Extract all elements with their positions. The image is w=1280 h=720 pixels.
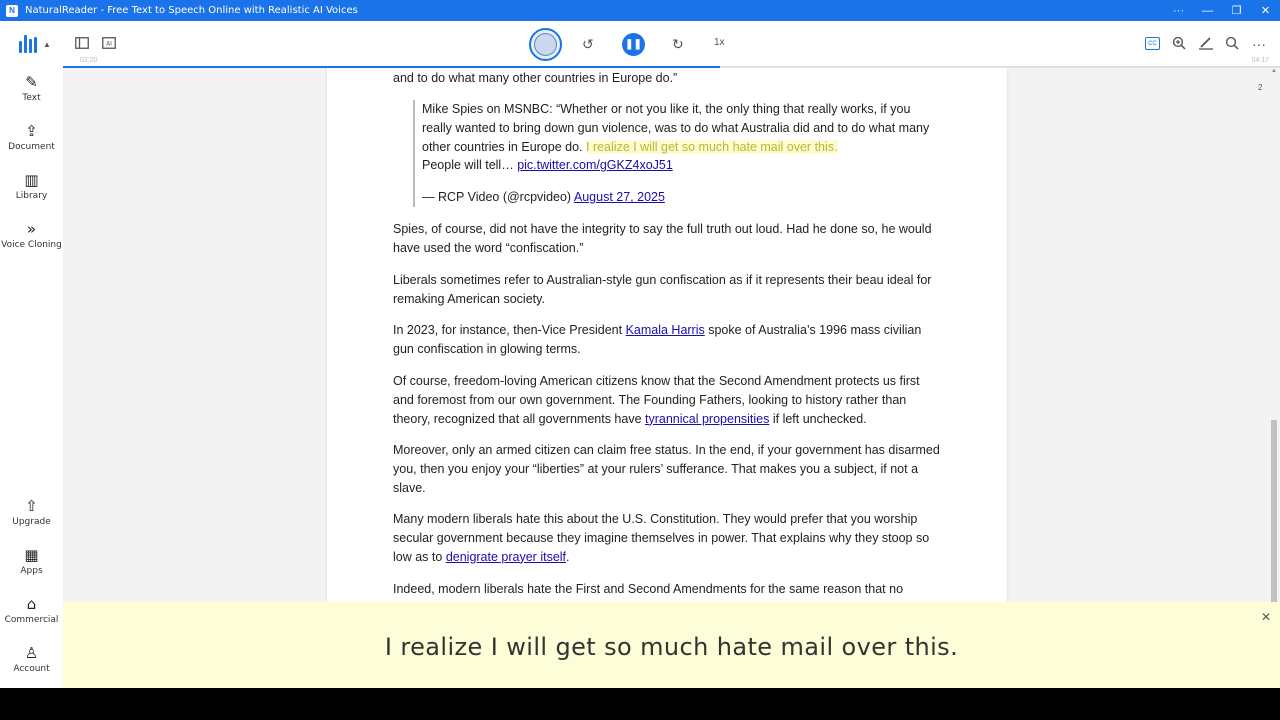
- pause-button[interactable]: ❚❚: [622, 33, 645, 56]
- date-link[interactable]: August 27, 2025: [574, 190, 665, 204]
- sidebar-item-label: Voice Cloning: [1, 240, 62, 250]
- paragraph: Spies, of course, did not have the integ…: [393, 222, 932, 255]
- upload-icon: ⇪: [25, 122, 38, 140]
- sidebar-item-label: Upgrade: [12, 517, 51, 527]
- kamala-harris-link[interactable]: Kamala Harris: [626, 323, 705, 337]
- window-close-button[interactable]: ✕: [1251, 0, 1280, 21]
- window-more-button[interactable]: ···: [1164, 0, 1193, 21]
- ai-icon[interactable]: AI: [102, 36, 116, 52]
- voice-cloning-icon: »: [26, 220, 37, 238]
- zoom-in-icon[interactable]: [1172, 36, 1186, 53]
- elapsed-time: 02:20: [80, 57, 98, 64]
- blockquote: Mike Spies on MSNBC: “Whether or not you…: [413, 100, 938, 207]
- sidebar-item-commercial[interactable]: ⌂ Commercial: [0, 595, 63, 625]
- window-minimize-button[interactable]: —: [1193, 0, 1222, 21]
- speed-button[interactable]: 1x: [714, 37, 725, 48]
- scrollbar-thumb[interactable]: [1271, 420, 1277, 603]
- window-title: NaturalReader - Free Text to Speech Onli…: [25, 5, 358, 16]
- paragraph: Indeed, modern liberals hate the First a…: [393, 582, 904, 596]
- captions-icon[interactable]: CC: [1145, 37, 1160, 50]
- sidebar-item-account[interactable]: ♙ Account: [0, 644, 63, 674]
- quote-attribution: — RCP Video (@rcpvideo) August 27, 2025: [422, 188, 938, 207]
- scroll-up-icon[interactable]: ▲: [1271, 68, 1277, 74]
- sidebar-item-text[interactable]: ✎ Text: [0, 73, 63, 103]
- apps-icon: ▦: [24, 546, 39, 564]
- sidebar: ▲ ✎ Text ⇪ Document ▥ Library » Voice Cl…: [0, 21, 63, 688]
- edit-icon: ✎: [25, 73, 38, 91]
- upgrade-icon: ⇧: [25, 497, 38, 515]
- quote-text: Mike Spies on MSNBC: “Whether or not you…: [422, 100, 938, 175]
- text-run: .: [566, 549, 570, 564]
- svg-text:AI: AI: [106, 41, 112, 48]
- text-run: In 2023, for instance, then-Vice Preside…: [393, 323, 626, 337]
- sidebar-item-label: Apps: [20, 566, 43, 576]
- sidebar-item-label: Library: [15, 191, 48, 201]
- search-icon[interactable]: [1225, 36, 1239, 53]
- tweet-link[interactable]: pic.twitter.com/gGKZ4xoJ51: [517, 158, 673, 172]
- naturalreader-logo[interactable]: ▲: [19, 35, 51, 53]
- tyrannical-propensities-link[interactable]: tyrannical propensities: [645, 412, 769, 426]
- paragraph: and to do what many other countries in E…: [393, 71, 678, 85]
- app-logo-icon: N: [6, 4, 18, 17]
- library-icon: ▥: [24, 171, 39, 189]
- sidebar-item-apps[interactable]: ▦ Apps: [0, 546, 63, 576]
- sidebar-item-label: Text: [22, 93, 41, 103]
- document-viewport[interactable]: and to do what many other countries in E…: [63, 68, 1280, 603]
- player-toolbar: AI ↺ ❚❚ ↻ 1x 02:20 04:17 CC ···: [63, 21, 1280, 68]
- sidebar-item-label: Account: [13, 664, 50, 674]
- paragraph: Liberals sometimes refer to Australian-s…: [393, 273, 932, 306]
- total-time: 04:17: [1251, 57, 1269, 64]
- voice-avatar-button[interactable]: [529, 28, 562, 61]
- attribution-text: — RCP Video (@rcpvideo): [422, 190, 574, 205]
- more-icon[interactable]: ···: [1252, 36, 1266, 52]
- caption-panel: I realize I will get so much hate mail o…: [63, 602, 1280, 688]
- quote-text-after: People will tell…: [422, 158, 518, 173]
- highlighter-icon[interactable]: [1198, 36, 1214, 53]
- logo-mark-icon: [19, 35, 40, 53]
- rewind-icon[interactable]: ↺: [582, 36, 594, 52]
- avatar: [534, 33, 557, 56]
- document-page: and to do what many other countries in E…: [327, 68, 1007, 603]
- app-window: ▲ ✎ Text ⇪ Document ▥ Library » Voice Cl…: [0, 21, 1280, 688]
- page-number: 2: [1258, 83, 1263, 92]
- current-sentence-highlight[interactable]: I realize I will get so much hate mail o…: [586, 139, 838, 154]
- paragraph: Moreover, only an armed citizen can clai…: [393, 443, 940, 495]
- sidebar-toggle-icon[interactable]: [75, 36, 89, 52]
- scrollbar[interactable]: ▲: [1268, 68, 1280, 603]
- window-restore-button[interactable]: ❐: [1222, 0, 1251, 21]
- caption-text: I realize I will get so much hate mail o…: [384, 633, 959, 661]
- chevron-up-icon: ▲: [43, 39, 51, 49]
- sidebar-item-library[interactable]: ▥ Library: [0, 171, 63, 201]
- paragraph: Many modern liberals hate this about the…: [393, 510, 941, 566]
- sidebar-item-voice-cloning[interactable]: » Voice Cloning: [0, 220, 63, 250]
- briefcase-icon: ⌂: [26, 595, 37, 613]
- forward-icon[interactable]: ↻: [672, 36, 684, 52]
- sidebar-item-document[interactable]: ⇪ Document: [0, 122, 63, 152]
- taskbar-area: [0, 688, 1280, 720]
- sidebar-item-label: Commercial: [4, 615, 59, 625]
- user-icon: ♙: [24, 644, 39, 662]
- sidebar-item-label: Document: [8, 142, 55, 152]
- denigrate-prayer-link[interactable]: denigrate prayer itself: [446, 550, 566, 564]
- close-icon[interactable]: ✕: [1261, 610, 1271, 624]
- window-title-bar: N NaturalReader - Free Text to Speech On…: [0, 0, 1280, 21]
- paragraph: In 2023, for instance, then-Vice Preside…: [393, 321, 941, 359]
- paragraph: Of course, freedom-loving American citiz…: [393, 372, 941, 428]
- sidebar-item-upgrade[interactable]: ⇧ Upgrade: [0, 497, 63, 527]
- text-run: if left unchecked.: [769, 411, 867, 426]
